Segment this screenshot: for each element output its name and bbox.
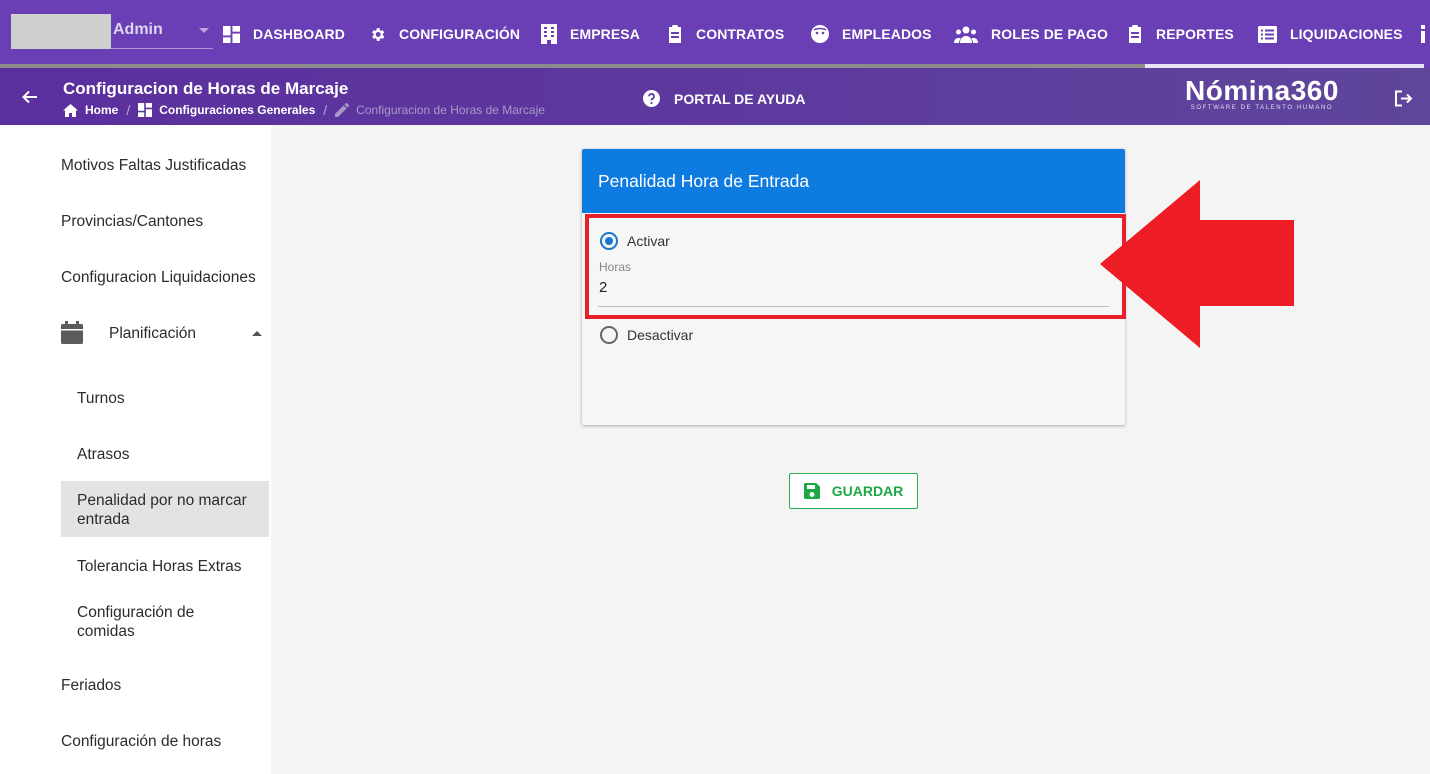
- clipboard-icon: [1129, 25, 1141, 43]
- logout-button[interactable]: [1394, 90, 1413, 112]
- card-title: Penalidad Hora de Entrada: [598, 171, 810, 191]
- nav-label: ROLES DE PAGO: [991, 26, 1108, 42]
- list-icon: [1258, 25, 1277, 43]
- breadcrumb-label: Home: [85, 103, 119, 117]
- calendar-icon: [61, 321, 83, 349]
- nav-liquidaciones[interactable]: LIQUIDACIONES: [1258, 22, 1403, 46]
- breadcrumb-home[interactable]: Home: [63, 103, 118, 117]
- breadcrumb-current: Configuracion de Horas de Marcaje: [335, 103, 545, 117]
- nav-label: EMPLEADOS: [842, 26, 932, 42]
- floppy-disk-icon: [803, 483, 820, 499]
- breadcrumb-label: Configuraciones Generales: [159, 103, 316, 117]
- top-navbar: Admin DASHBOARD CONFIGURACIÓN EMPRESA CO…: [0, 0, 1430, 68]
- nav-empleados[interactable]: EMPLEADOS: [811, 22, 932, 46]
- nav-label: CONTRATOS: [696, 26, 785, 42]
- pencil-icon: [335, 103, 350, 117]
- sidebar: Motivos Faltas Justificadas Provincias/C…: [0, 125, 271, 774]
- sidebar-subitem-atrasos[interactable]: Atrasos: [77, 445, 269, 464]
- gear-icon: [372, 27, 385, 41]
- user-name: Admin: [113, 21, 163, 38]
- nav-configuracion[interactable]: CONFIGURACIÓN: [369, 22, 520, 46]
- nav-dashboard[interactable]: DASHBOARD: [223, 22, 345, 46]
- breadcrumb-section[interactable]: Configuraciones Generales: [138, 103, 315, 117]
- annotation-highlight-box: [585, 214, 1126, 319]
- sidebar-item-provincias[interactable]: Provincias/Cantones: [61, 213, 203, 231]
- home-icon: [63, 103, 78, 117]
- brand-name: Nómina360: [1185, 75, 1339, 106]
- brand-tagline: SOFTWARE DE TALENTO HUMANO: [1190, 105, 1334, 111]
- chevron-up-icon[interactable]: [252, 331, 262, 336]
- help-label: PORTAL DE AYUDA: [674, 90, 806, 107]
- people-icon: [954, 26, 978, 43]
- brand-logo: Nómina360 SOFTWARE DE TALENTO HUMANO: [1172, 75, 1352, 112]
- clipboard-icon: [669, 25, 681, 43]
- save-button[interactable]: GUARDAR: [789, 473, 918, 509]
- nav-label: CONFIGURACIÓN: [399, 26, 521, 42]
- arrow-left-icon: [22, 90, 37, 104]
- sidebar-item-planificacion[interactable]: Planificación: [109, 325, 196, 343]
- building-icon: [541, 24, 557, 44]
- sidebar-subitem-comidas[interactable]: Configuración de comidas: [77, 603, 227, 641]
- sidebar-item-config-liquidaciones[interactable]: Configuracion Liquidaciones: [61, 269, 256, 287]
- page-title: Configuracion de Horas de Marcaje: [63, 79, 349, 98]
- breadcrumb: Home / Configuraciones Generales / Confi…: [63, 102, 545, 118]
- user-select[interactable]: Admin: [11, 14, 213, 49]
- sidebar-subitem-turnos[interactable]: Turnos: [77, 389, 269, 408]
- save-label: GUARDAR: [831, 483, 904, 499]
- radio-desactivar[interactable]: [600, 326, 618, 344]
- dashboard-icon: [138, 103, 153, 117]
- user-avatar: [11, 14, 111, 49]
- help-portal-link[interactable]: PORTAL DE AYUDA: [643, 90, 805, 107]
- logout-icon: [1395, 90, 1413, 107]
- nav-label: DASHBOARD: [253, 26, 345, 42]
- nav-roles-de-pago[interactable]: ROLES DE PAGO: [954, 22, 1108, 46]
- chevron-down-icon: [199, 28, 209, 33]
- breadcrumb-separator: /: [126, 102, 131, 118]
- breadcrumb-label: Configuracion de Horas de Marcaje: [356, 103, 545, 117]
- sidebar-subitem-tolerancia[interactable]: Tolerancia Horas Extras: [77, 557, 269, 576]
- nav-label: EMPRESA: [570, 26, 640, 42]
- help-icon: [643, 90, 660, 107]
- nav-overflow-icon[interactable]: [1420, 22, 1430, 46]
- nav-reportes[interactable]: REPORTES: [1127, 22, 1234, 46]
- back-button[interactable]: [22, 89, 38, 110]
- breadcrumb-separator: /: [323, 102, 328, 118]
- radio-desactivar-label[interactable]: Desactivar: [627, 327, 693, 343]
- nav-label: LIQUIDACIONES: [1290, 26, 1403, 42]
- card-header: Penalidad Hora de Entrada: [582, 149, 1125, 213]
- dashboard-icon: [223, 25, 240, 43]
- sidebar-item-config-horas[interactable]: Configuración de horas: [61, 733, 221, 751]
- sidebar-item-motivos-faltas[interactable]: Motivos Faltas Justificadas: [61, 157, 246, 175]
- info-icon: [1421, 25, 1425, 43]
- sidebar-subitem-penalidad[interactable]: Penalidad por no marcar entrada: [77, 491, 262, 529]
- page-header: Configuracion de Horas de Marcaje Home /…: [0, 68, 1430, 125]
- nav-label: REPORTES: [1156, 26, 1234, 42]
- nav-empresa[interactable]: EMPRESA: [541, 22, 640, 46]
- face-icon: [811, 25, 829, 43]
- sidebar-item-feriados[interactable]: Feriados: [61, 677, 121, 695]
- annotation-arrow: [1100, 180, 1294, 348]
- nav-contratos[interactable]: CONTRATOS: [667, 22, 784, 46]
